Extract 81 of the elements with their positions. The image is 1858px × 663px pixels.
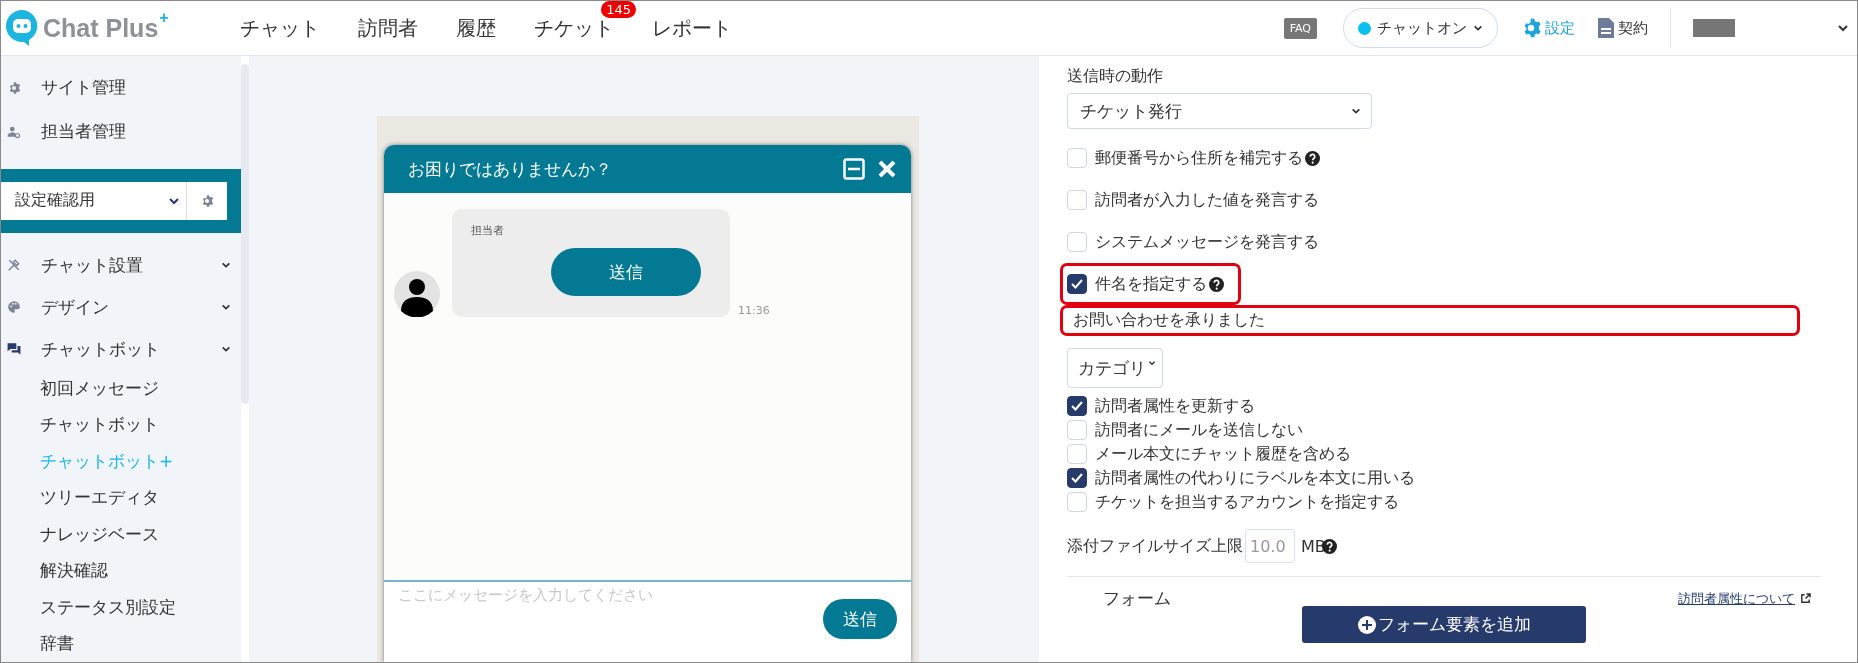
contract-link[interactable]: 契約 [1597, 17, 1648, 39]
chevron-down-icon [1837, 22, 1849, 34]
field-label: 送信時の動作 [1067, 66, 1163, 87]
checkmark-icon [1070, 277, 1084, 291]
site-select-dropdown[interactable]: 設定確認用 [1, 181, 187, 220]
nav-link[interactable]: チケット [534, 15, 614, 40]
nav-link[interactable]: レポート [652, 15, 732, 40]
chevron-down-icon [1351, 106, 1361, 116]
faq-button[interactable]: FAQ [1283, 17, 1317, 39]
select-value: 設定確認用 [15, 190, 95, 212]
document-icon [1597, 17, 1615, 39]
submenu-item[interactable]: 辞書 [1, 625, 241, 662]
nav-link[interactable]: 訪問者 [358, 15, 418, 40]
option-label: システムメッセージを発言する [1095, 231, 1319, 253]
checkmark-icon [1070, 471, 1084, 485]
chevron-down-icon [1148, 359, 1156, 367]
option-label: 訪問者が入力した値を発言する [1095, 189, 1319, 211]
submenu-item[interactable]: ツリーエディタ [1, 479, 241, 516]
send-button[interactable]: 送信 [823, 599, 897, 639]
select-value: チケット発行 [1080, 99, 1182, 123]
chevron-down-icon [1473, 23, 1483, 33]
submenu-item[interactable]: チャットボット [1, 406, 241, 443]
option-label: 訪問者属性の代わりにラベルを本文に用いる [1095, 467, 1415, 489]
user-gear-icon [7, 124, 21, 139]
plus-circle-icon [1357, 615, 1376, 634]
chat-status-dropdown[interactable]: チャットオン [1343, 8, 1498, 48]
sender-name: 担当者 [471, 223, 505, 238]
option-label: 郵便番号から住所を補完する [1095, 147, 1303, 169]
sidebar-label: チャット設置 [41, 253, 144, 277]
select-value: カテゴリ [1078, 356, 1146, 380]
sidebar-item[interactable]: チャットボット [1, 328, 241, 370]
minimize-icon [843, 158, 865, 180]
option-label: メール本文にチャット履歴を含める [1095, 443, 1351, 465]
send-button[interactable]: 送信 [551, 248, 701, 296]
file-size-input[interactable]: 10.0 [1245, 529, 1295, 563]
checkbox[interactable] [1067, 274, 1087, 294]
logo-text: Chat Plus [43, 14, 159, 43]
scrollbar[interactable] [241, 64, 249, 404]
category-select[interactable]: カテゴリ [1067, 348, 1163, 388]
action-select[interactable]: チケット発行 [1067, 93, 1372, 129]
redacted-block [1693, 19, 1735, 37]
section-title: フォーム [1103, 587, 1172, 610]
checkbox[interactable] [1067, 396, 1087, 416]
option-label: 訪問者属性を更新する [1095, 395, 1255, 417]
option-label: 件名を指定する [1095, 273, 1207, 295]
message-time: 11:36 [738, 304, 770, 317]
add-form-element-button[interactable]: フォーム要素を追加 [1302, 606, 1586, 643]
submenu-item[interactable]: ナレッジベース [1, 515, 241, 553]
submenu-item[interactable]: 解決確認 [1, 552, 241, 589]
sidebar-label: サイト管理 [41, 76, 126, 100]
palette-icon [7, 300, 21, 315]
sidebar-item[interactable]: チャット設置 [1, 244, 241, 287]
close-icon [877, 159, 897, 179]
count-badge: 145 [601, 1, 636, 18]
chat-bubble-logo-icon [5, 9, 39, 47]
sidebar-item[interactable]: 担当者管理 [1, 109, 241, 154]
sidebar-label: デザイン [41, 295, 110, 319]
help-link[interactable]: 訪問者属性について [1678, 589, 1795, 608]
chat-title: お困りではありませんか？ [408, 157, 612, 181]
gear-icon [200, 193, 214, 208]
logo-plus: + [159, 9, 169, 27]
tools-icon [7, 258, 21, 273]
submenu-item[interactable]: 初回メッセージ [1, 369, 241, 407]
subject-field[interactable]: お問い合わせを承りました [1060, 305, 1800, 336]
option-label: 訪問者にメールを送信しない [1095, 419, 1303, 441]
checkmark-icon [1070, 399, 1084, 413]
nav-link[interactable]: チャット [240, 15, 320, 40]
avatar-silhouette-icon [394, 271, 440, 317]
site-settings-button[interactable] [187, 181, 227, 220]
submenu-item[interactable]: ステータス別設定 [1, 588, 241, 626]
field-label: 添付ファイルサイズ上限 [1067, 535, 1243, 557]
sidebar-label: チャットボット [41, 337, 161, 361]
external-link-icon [1800, 593, 1811, 604]
nav-link[interactable]: 履歴 [456, 15, 496, 40]
sidebar-label: 担当者管理 [41, 120, 126, 143]
checkbox[interactable] [1067, 468, 1087, 488]
chat-bubbles-icon [7, 342, 21, 357]
sidebar-item[interactable]: サイト管理 [1, 66, 241, 110]
gear-icon [7, 80, 21, 95]
sidebar-item[interactable]: デザイン [1, 286, 241, 329]
option-label: チケットを担当するアカウントを指定する [1095, 491, 1399, 513]
